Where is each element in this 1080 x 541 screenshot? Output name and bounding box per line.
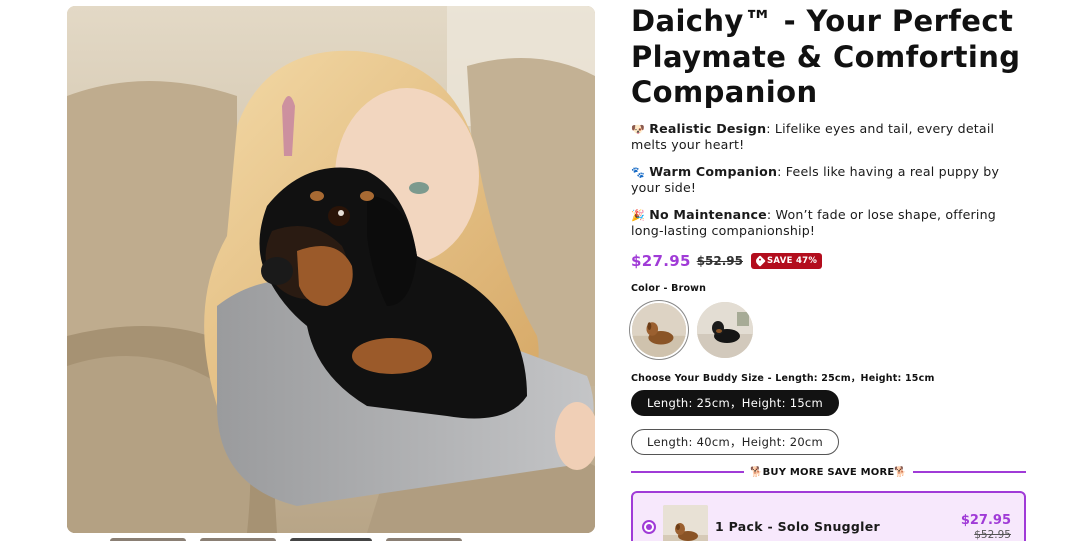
color-option-label: Color - Brown (631, 282, 707, 294)
product-info: Daichy™ - Your Perfect Playmate & Comfor… (631, 4, 1029, 541)
feature-heading: Warm Companion (649, 163, 778, 179)
feature-item: 🎉 No Maintenance: Won’t fade or lose sha… (631, 207, 1029, 239)
swatch-brown[interactable] (632, 302, 686, 357)
bundle-option-1[interactable]: 1 Pack - Solo Snuggler $27.95 $52.95 (631, 490, 1026, 541)
paw-icon: 🐾 (631, 165, 645, 179)
feature-item: 🐾 Warm Companion: Feels like having a re… (631, 164, 1029, 196)
bundle-prices: $27.95 $52.95 (961, 513, 1011, 541)
sale-price: $27.95 (631, 251, 691, 270)
brown-plush-thumbnail (632, 302, 686, 357)
compare-price: $52.95 (696, 253, 743, 268)
party-icon: 🎉 (631, 208, 645, 222)
swatch-black[interactable] (697, 301, 753, 358)
bundle-name: 1 Pack - Solo Snuggler (715, 518, 880, 534)
bundle-plush-image (663, 504, 708, 541)
product-photo-illustration (67, 6, 595, 533)
divider-line-right (913, 471, 1027, 473)
tag-icon (754, 254, 766, 267)
black-plush-thumbnail (697, 301, 753, 358)
product-main-image[interactable] (67, 6, 595, 533)
dog-icon: 🐶 (631, 122, 645, 136)
size-row-1: Length: 25cm，Height: 15cm (631, 384, 1029, 416)
feature-item: 🐶 Realistic Design: Lifelike eyes and ta… (631, 121, 1029, 153)
divider-line-left (631, 471, 744, 473)
color-swatches (631, 301, 1029, 358)
bundle-divider: 🐕BUY MORE SAVE MORE🐕 (631, 466, 1027, 478)
size-option-label: Choose Your Buddy Size - Length: 25cm，He… (631, 372, 935, 384)
feature-list: 🐶 Realistic Design: Lifelike eyes and ta… (631, 121, 1029, 239)
price-row: $27.95 $52.95 SAVE 47% (631, 250, 1029, 272)
size-button-large[interactable]: Length: 40cm，Height: 20cm (631, 428, 840, 455)
bundle-divider-label: 🐕BUY MORE SAVE MORE🐕 (749, 466, 908, 478)
bundle-compare-price: $52.95 (974, 528, 1011, 541)
bundle-thumbnail (663, 504, 708, 541)
bundle-price: $27.95 (960, 512, 1011, 528)
size-row-2: Length: 40cm，Height: 20cm (631, 423, 1029, 455)
save-badge-label: SAVE 47% (767, 255, 818, 266)
bundle-radio[interactable] (642, 519, 656, 534)
feature-heading: No Maintenance (649, 206, 767, 222)
size-button-small[interactable]: Length: 25cm，Height: 15cm (631, 389, 840, 416)
product-title: Daichy™ - Your Perfect Playmate & Comfor… (631, 4, 1021, 109)
feature-heading: Realistic Design (649, 120, 767, 136)
save-badge: SAVE 47% (751, 252, 823, 269)
